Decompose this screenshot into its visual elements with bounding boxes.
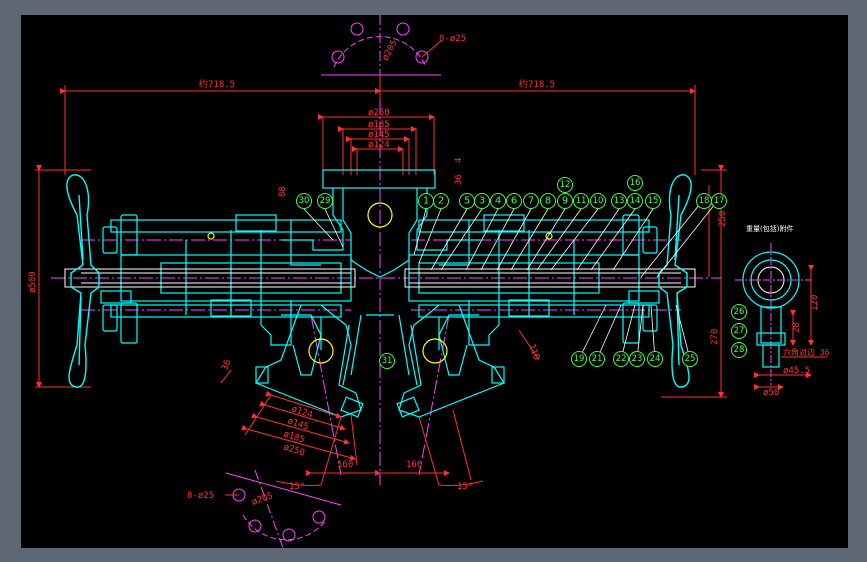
callout-top-label: 14 <box>630 196 641 206</box>
callout-bottom-label: 23 <box>632 354 643 364</box>
callout-top-label: 7 <box>528 196 534 207</box>
callout-leaders <box>303 198 720 360</box>
base-left-label: 160 <box>337 460 353 470</box>
callout-top-label: 1 <box>423 196 429 207</box>
callouts-top: 30 29 1 2 5 3 4 6 7 8 9 111210 13 141615 18 17 <box>296 175 727 209</box>
flange-height-label: 36 <box>454 174 464 185</box>
bolts-bottom-label: 8-ø25 <box>187 491 214 501</box>
top-right-span-label: 约718.5 <box>519 78 555 90</box>
angle-right-label: 15° <box>457 482 473 492</box>
callout-top-label: 8 <box>545 196 551 207</box>
lower-branch-right <box>396 304 505 418</box>
detail-d455-label: ø45.5 <box>783 366 810 376</box>
handwheel-left <box>66 174 100 388</box>
cad-drawing: ø205 8-ø25 约718.5 约718.5 ø250 ø185 ø145 … <box>28 15 830 548</box>
detail-view: 重量(包括)附件 120 28 六角对边 36 ø45.5 ø50 26 27 28 <box>731 224 830 398</box>
height-right-label: 270 <box>710 329 720 345</box>
callout-top-label: 3 <box>479 196 485 207</box>
d250-top-label: ø250 <box>368 108 390 118</box>
detail-120-label: 120 <box>810 295 820 311</box>
callout-bottom-label: 31 <box>382 356 393 366</box>
lower-branch-left <box>255 304 364 418</box>
callout-detail-label: 27 <box>734 326 745 336</box>
detail-title: 重量(包括)附件 <box>746 224 793 233</box>
callout-top-label: 4 <box>495 196 501 207</box>
callout-top-label: 11 <box>576 196 587 206</box>
top-left-span-label: 约718.5 <box>199 78 235 90</box>
callout-top-label: 15 <box>648 196 659 206</box>
height-right-small-label: 250 <box>718 211 728 227</box>
detail-d50-label: ø50 <box>763 388 779 398</box>
side-88-label: 88 <box>278 186 288 197</box>
angle-left-label: 15° <box>289 482 305 492</box>
top-bolt-circle-view: ø205 8-ø25 <box>321 15 466 76</box>
callout-top-label: 2 <box>438 196 444 207</box>
valve-body-left <box>110 214 352 376</box>
callout-bottom-label: 22 <box>616 354 627 364</box>
bottom-bolt-circle-view: 8-ø25 ø205 <box>187 469 342 548</box>
callout-bottom-label: 19 <box>574 354 585 364</box>
detail-small-label: 28 <box>792 322 802 333</box>
callout-top-label: 29 <box>320 196 331 206</box>
flange-height2-label: 4 <box>454 158 464 163</box>
callout-bottom-label: 21 <box>592 354 603 364</box>
callout-top-label: 6 <box>511 196 517 207</box>
bolts-top-label: 8-ø25 <box>439 34 466 44</box>
centerlines <box>51 100 721 485</box>
callout-top-label: 10 <box>593 196 604 206</box>
lower-36-label: 36 <box>220 358 233 372</box>
callout-top-label: 17 <box>714 196 725 206</box>
callout-bottom-label: 24 <box>650 354 661 364</box>
callout-detail-label: 26 <box>734 307 745 317</box>
callout-top-label: 5 <box>464 196 470 207</box>
d185-top-label: ø185 <box>368 120 390 130</box>
callouts-detail: 26 27 28 <box>731 304 747 358</box>
base-right-label: 160 <box>406 460 422 470</box>
callout-top-label: 9 <box>562 196 568 207</box>
left-bolts <box>100 214 138 344</box>
callout-top-label: 13 <box>614 196 625 206</box>
callout-top-label: 12 <box>560 180 571 190</box>
d145-top-label: ø145 <box>368 130 390 140</box>
drawing-canvas: ø205 8-ø25 约718.5 约718.5 ø250 ø185 ø145 … <box>21 15 848 548</box>
valve-body-top <box>281 169 481 278</box>
detail-hex-label: 六角对边 36 <box>783 347 830 357</box>
callout-bottom-label: 25 <box>685 354 696 364</box>
callout-top-label: 16 <box>630 178 641 188</box>
d124-top-label: ø124 <box>368 140 390 150</box>
callout-top-label: 30 <box>299 196 310 206</box>
callout-top-label: 18 <box>699 196 710 206</box>
bolt-circle-top-label: ø205 <box>381 39 400 63</box>
bolt-circle-bottom-label: ø205 <box>251 491 275 508</box>
callout-detail-label: 28 <box>734 345 745 355</box>
overall-height-label: ø500 <box>28 271 38 293</box>
